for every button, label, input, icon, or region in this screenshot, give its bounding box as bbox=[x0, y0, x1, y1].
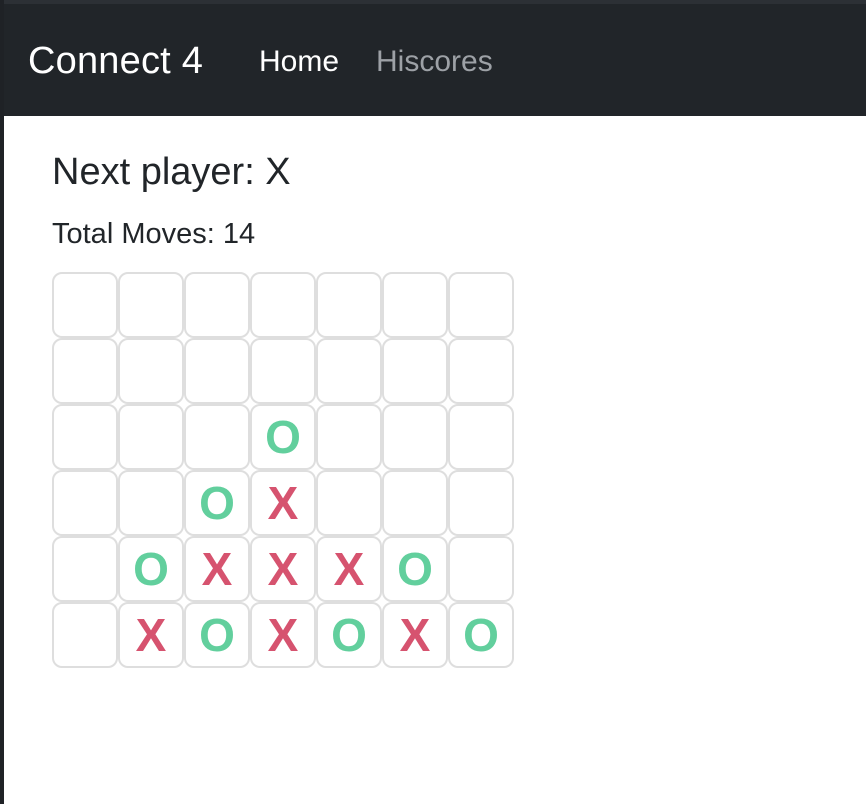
board-cell[interactable] bbox=[52, 602, 118, 668]
board-cell[interactable] bbox=[250, 272, 316, 338]
board-cell[interactable] bbox=[316, 272, 382, 338]
board-cell[interactable] bbox=[52, 536, 118, 602]
board-cell[interactable] bbox=[184, 404, 250, 470]
next-player-heading: Next player: X bbox=[52, 151, 291, 193]
board-cell[interactable] bbox=[382, 470, 448, 536]
board-cell[interactable] bbox=[118, 338, 184, 404]
brand-title[interactable]: Connect 4 bbox=[28, 39, 203, 83]
board-cell[interactable] bbox=[382, 272, 448, 338]
board-cell[interactable] bbox=[118, 404, 184, 470]
board-cell[interactable] bbox=[448, 338, 514, 404]
board-cell[interactable]: O bbox=[382, 536, 448, 602]
board-cell[interactable] bbox=[52, 338, 118, 404]
board-cell[interactable] bbox=[52, 404, 118, 470]
board-cell[interactable]: O bbox=[448, 602, 514, 668]
board-cell[interactable]: X bbox=[250, 602, 316, 668]
board-cell[interactable] bbox=[52, 272, 118, 338]
navbar: Connect 4 Home Hiscores bbox=[4, 0, 866, 116]
board-cell[interactable] bbox=[250, 338, 316, 404]
board-cell[interactable]: O bbox=[184, 602, 250, 668]
board-cell[interactable] bbox=[316, 470, 382, 536]
app-window: Connect 4 Home Hiscores Next player: X T… bbox=[0, 0, 866, 804]
board-cell[interactable]: X bbox=[250, 536, 316, 602]
board-cell[interactable] bbox=[52, 470, 118, 536]
board-cell[interactable] bbox=[382, 404, 448, 470]
board-cell[interactable] bbox=[448, 272, 514, 338]
game-board: OOXOXXXOXOXOXO bbox=[52, 272, 514, 668]
board-cell[interactable]: O bbox=[118, 536, 184, 602]
board-cell[interactable] bbox=[448, 536, 514, 602]
board-cell[interactable] bbox=[316, 338, 382, 404]
board-cell[interactable] bbox=[448, 470, 514, 536]
board-cell[interactable] bbox=[382, 338, 448, 404]
board-cell[interactable]: X bbox=[250, 470, 316, 536]
board-cell[interactable]: O bbox=[316, 602, 382, 668]
board-cell[interactable]: O bbox=[184, 470, 250, 536]
nav-home-link[interactable]: Home bbox=[259, 44, 339, 80]
board-cell[interactable] bbox=[118, 470, 184, 536]
nav-hiscores-link[interactable]: Hiscores bbox=[376, 44, 493, 80]
board-cell[interactable] bbox=[118, 272, 184, 338]
board-cell[interactable]: X bbox=[184, 536, 250, 602]
board-cell[interactable]: O bbox=[250, 404, 316, 470]
board-cell[interactable] bbox=[184, 272, 250, 338]
board-cell[interactable] bbox=[184, 338, 250, 404]
total-moves-label: Total Moves: 14 bbox=[52, 218, 256, 250]
board-cell[interactable]: X bbox=[382, 602, 448, 668]
board-cell[interactable] bbox=[448, 404, 514, 470]
board-cell[interactable] bbox=[316, 404, 382, 470]
board-cell[interactable]: X bbox=[316, 536, 382, 602]
board-cell[interactable]: X bbox=[118, 602, 184, 668]
